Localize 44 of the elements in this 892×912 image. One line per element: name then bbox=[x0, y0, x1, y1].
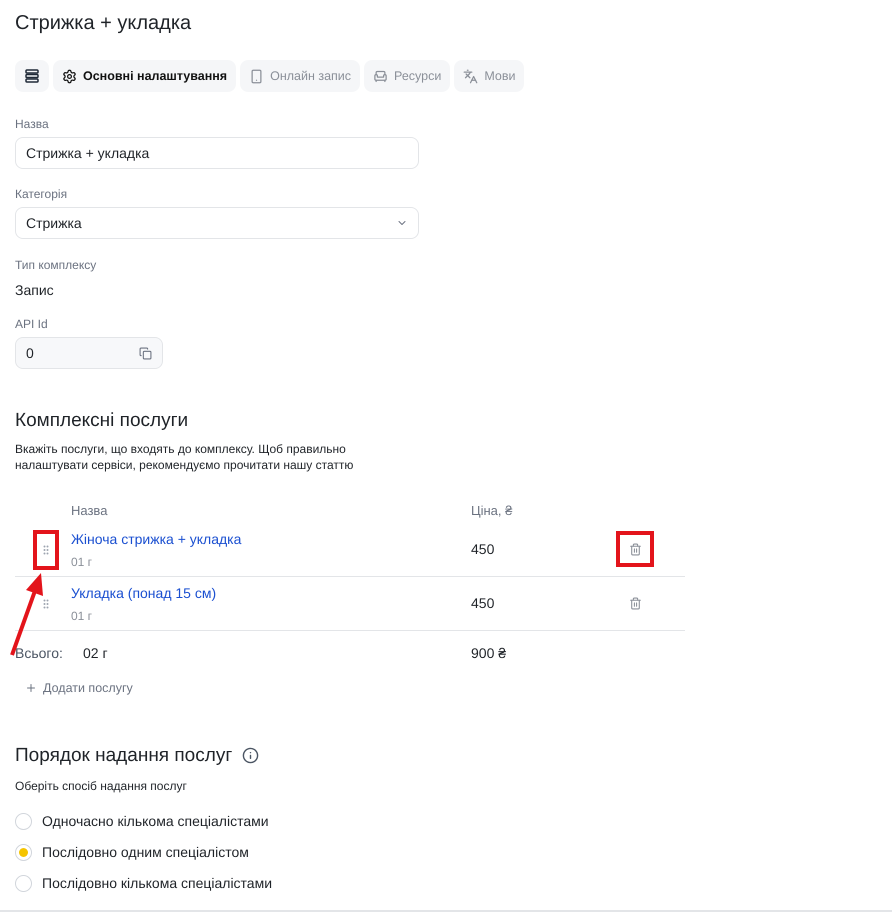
add-service-button[interactable]: Додати послугу bbox=[25, 679, 133, 698]
radio-button[interactable] bbox=[15, 812, 32, 830]
stack-icon bbox=[24, 68, 40, 84]
total-duration: 02 г bbox=[83, 644, 109, 662]
total-price: 900 ₴ bbox=[471, 644, 506, 662]
page-title: Стрижка + укладка bbox=[15, 11, 192, 36]
section-description: Вкажіть послуги, що входять до комплексу. Щоб правильно налаштувати сервіси, рекомендуємо прочитати нашу статтю bbox=[15, 441, 354, 473]
service-link[interactable]: Укладка (понад 15 см) bbox=[71, 582, 471, 604]
api-id-field[interactable]: 0 bbox=[15, 337, 163, 369]
translate-icon bbox=[463, 68, 478, 84]
radio-button[interactable] bbox=[15, 844, 32, 861]
settings-icon bbox=[62, 68, 77, 84]
service-duration: 01 г bbox=[71, 608, 94, 624]
field-label: API Id bbox=[15, 316, 49, 333]
radio-button[interactable] bbox=[15, 874, 32, 892]
delete-icon[interactable] bbox=[629, 597, 642, 610]
category-select[interactable]: Стрижка bbox=[15, 207, 419, 239]
service-price: 450 bbox=[471, 540, 496, 559]
radio-label: Послідовно кількома спеціалістами bbox=[42, 874, 272, 893]
total-label: Всього: bbox=[15, 644, 64, 662]
column-header: Ціна, ₴ bbox=[471, 502, 512, 520]
service-duration: 01 г bbox=[71, 554, 94, 570]
field-label: Категорія bbox=[15, 186, 68, 203]
type-value: Запис bbox=[15, 281, 55, 300]
copy-icon[interactable] bbox=[139, 346, 152, 360]
service-link[interactable]: Жіноча стрижка + укладка bbox=[71, 528, 471, 550]
column-header: Назва bbox=[71, 502, 108, 520]
radio-label: Послідовно одним спеціалістом bbox=[42, 842, 249, 862]
plus-icon bbox=[25, 682, 37, 694]
menu-tab[interactable] bbox=[15, 60, 49, 92]
tab[interactable]: Основні налаштування bbox=[53, 60, 236, 92]
name-field[interactable]: Стрижка + укладка bbox=[15, 137, 419, 169]
delete-icon[interactable] bbox=[629, 543, 642, 556]
field-label: Тип комплексу bbox=[15, 257, 98, 274]
field-label: Назва bbox=[15, 116, 50, 133]
armchair-icon bbox=[373, 68, 388, 84]
phone-icon bbox=[249, 68, 264, 84]
section-subtitle: Оберіть спосіб надання послуг bbox=[15, 778, 188, 795]
section-heading: Порядок надання послуг bbox=[15, 744, 232, 768]
info-icon[interactable] bbox=[242, 747, 260, 764]
highlight-frame bbox=[616, 531, 654, 567]
radio-label: Одночасно кількома спеціалістами bbox=[42, 812, 269, 831]
section-heading: Комплексні послуги bbox=[15, 409, 190, 433]
service-price: 450 bbox=[471, 594, 496, 613]
